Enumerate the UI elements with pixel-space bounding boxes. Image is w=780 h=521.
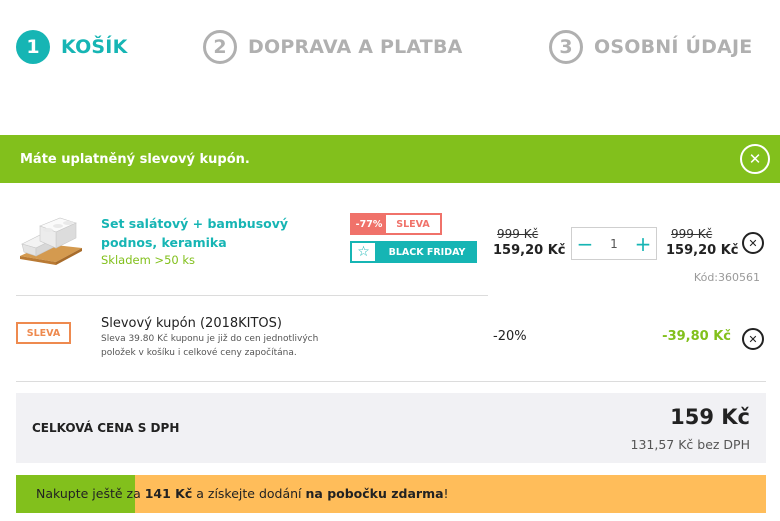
product-image[interactable]	[16, 214, 84, 266]
quantity-input[interactable]: 1	[598, 237, 630, 251]
total-label: CELKOVÁ CENA S DPH	[32, 421, 180, 435]
total-price: 159 Kč	[670, 405, 750, 429]
coupon-row: SLEVA Slevový kupón (2018KITOS) Sleva 39…	[0, 296, 768, 381]
discount-label: SLEVA	[396, 218, 430, 230]
black-friday-badge: ☆ BLACK FRIDAY	[350, 241, 477, 263]
free-shipping-bar: Nakupte ještě za 141 Kč a získejte dodán…	[16, 475, 766, 513]
coupon-amount: -39,80 Kč	[662, 329, 731, 344]
row-divider	[16, 381, 766, 382]
step-label: DOPRAVA A PLATBA	[248, 36, 463, 58]
checkout-steps: 1 KOŠÍK 2 DOPRAVA A PLATBA 3 OSOBNÍ ÚDAJ…	[16, 30, 766, 64]
shipping-suffix: !	[443, 486, 449, 501]
free-shipping-text: Nakupte ještě za 141 Kč a získejte dodán…	[36, 486, 449, 501]
quantity-stepper: − 1 +	[571, 227, 657, 260]
product-code: Kód:360561	[693, 271, 760, 284]
star-icon: ☆	[350, 241, 377, 263]
shipping-remaining-amount: 141 Kč	[144, 486, 193, 501]
remove-item-icon[interactable]: ✕	[742, 232, 764, 254]
step-personal-info[interactable]: 3 OSOBNÍ ÚDAJE	[549, 30, 752, 64]
close-icon[interactable]: ✕	[740, 144, 770, 174]
coupon-applied-banner: Máte uplatněný slevový kupón. ✕	[0, 135, 780, 183]
step-shipping-payment[interactable]: 2 DOPRAVA A PLATBA	[203, 30, 463, 64]
step-number: 1	[16, 30, 50, 64]
coupon-name: Slevový kupón (2018KITOS)	[101, 316, 282, 331]
discount-badge: -77% SLEVA	[350, 213, 442, 235]
unit-old-price: 999 Kč	[497, 227, 539, 241]
step-number: 2	[203, 30, 237, 64]
quantity-increase-button[interactable]: +	[630, 232, 656, 256]
product-name-link[interactable]: Set salátový + bambusový podnos, keramik…	[101, 214, 341, 252]
black-friday-label: BLACK FRIDAY	[377, 241, 477, 263]
shipping-prefix: Nakupte ještě za	[36, 486, 145, 501]
step-number: 3	[549, 30, 583, 64]
step-cart[interactable]: 1 KOŠÍK	[16, 30, 128, 64]
cart-item-row: Set salátový + bambusový podnos, keramik…	[0, 198, 768, 295]
quantity-decrease-button[interactable]: −	[572, 232, 598, 256]
stock-status: Skladem >50 ks	[101, 253, 196, 267]
total-price-without-vat: 131,57 Kč bez DPH	[630, 437, 750, 452]
unit-price: 159,20 Kč	[493, 243, 566, 258]
banner-message: Máte uplatněný slevový kupón.	[20, 151, 250, 167]
coupon-description: Sleva 39.80 Kč kuponu je již do cen jedn…	[101, 334, 319, 358]
item-total-price: 159,20 Kč	[666, 243, 739, 258]
total-old-price: 999 Kč	[671, 227, 713, 241]
coupon-percent: -20%	[493, 329, 527, 344]
shipping-target: na pobočku zdarma	[305, 486, 444, 501]
cart-total: CELKOVÁ CENA S DPH 159 Kč 131,57 Kč bez …	[16, 393, 766, 463]
step-label: KOŠÍK	[61, 36, 128, 58]
step-label: OSOBNÍ ÚDAJE	[594, 36, 753, 58]
coupon-badge: SLEVA	[16, 322, 71, 344]
discount-percent: -77%	[352, 215, 386, 233]
remove-coupon-icon[interactable]: ✕	[742, 328, 764, 350]
shipping-middle: a získejte dodání	[192, 486, 306, 501]
